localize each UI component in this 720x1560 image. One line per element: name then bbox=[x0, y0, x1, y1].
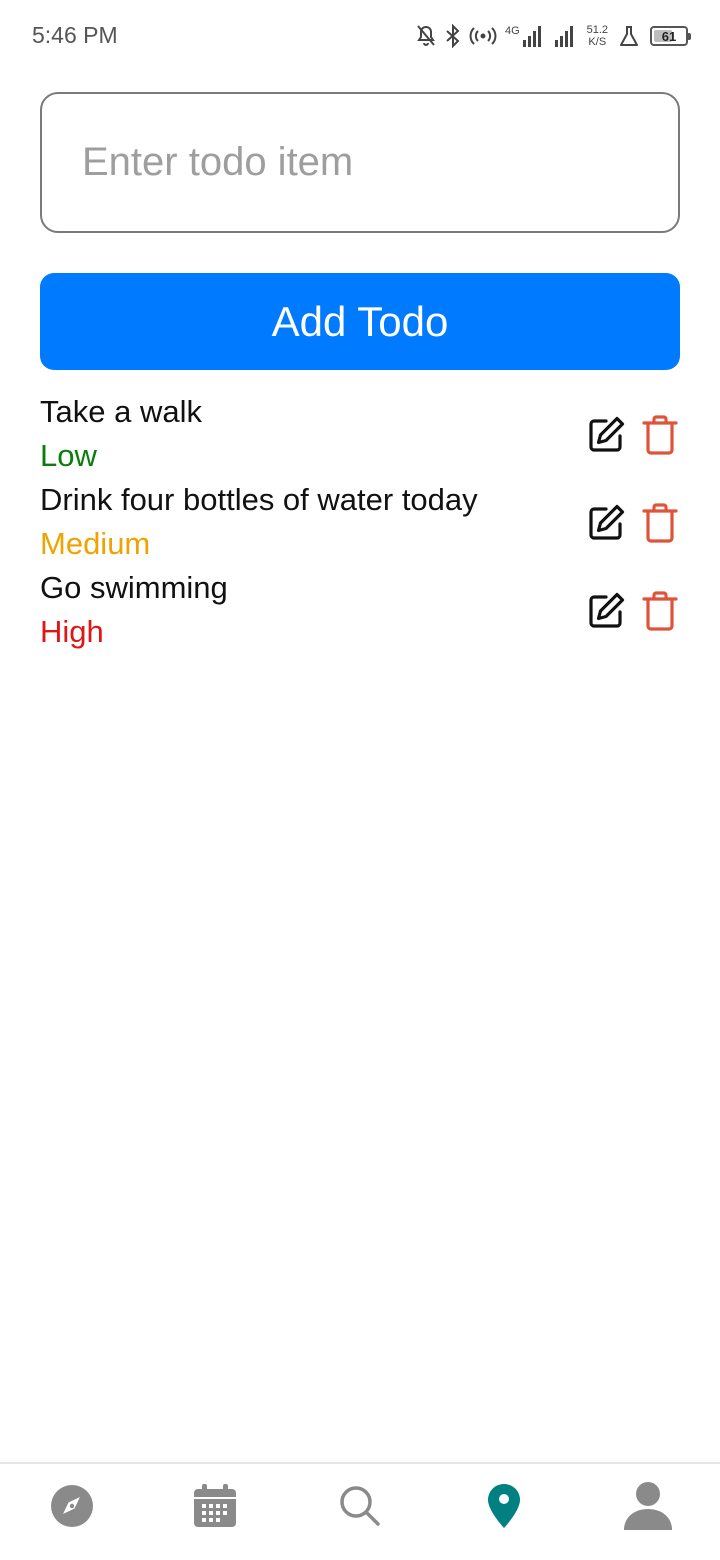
status-time: 5:46 PM bbox=[32, 22, 118, 48]
delete-button[interactable] bbox=[638, 500, 682, 546]
todo-app-screen: 5:46 PM 4G 51.2 K/S 61 Enter todo item A… bbox=[0, 0, 720, 1560]
person-icon bbox=[624, 1482, 672, 1530]
nav-explore[interactable] bbox=[42, 1476, 102, 1536]
network-speed: 51.2 K/S bbox=[587, 24, 608, 48]
network-speed-unit: K/S bbox=[588, 36, 607, 48]
bottom-navigation bbox=[0, 1462, 720, 1560]
todo-title: Go swimming bbox=[40, 570, 228, 605]
delete-button[interactable] bbox=[638, 412, 682, 458]
nav-calendar[interactable] bbox=[185, 1476, 245, 1536]
battery-level: 61 bbox=[661, 28, 677, 44]
network-type-label: 4G bbox=[505, 25, 520, 37]
edit-icon bbox=[589, 416, 625, 452]
edit-icon bbox=[589, 592, 625, 628]
nav-profile[interactable] bbox=[618, 1476, 678, 1536]
nav-search[interactable] bbox=[330, 1476, 390, 1536]
battery-icon: 61 bbox=[650, 26, 691, 46]
bluetooth-icon bbox=[445, 24, 460, 48]
signal-4g-icon: 4G bbox=[505, 25, 541, 47]
edit-button[interactable] bbox=[584, 412, 628, 458]
hotspot-icon bbox=[469, 27, 496, 45]
todo-priority: Low bbox=[40, 438, 97, 473]
status-bar: 5:46 PM 4G 51.2 K/S 61 bbox=[0, 0, 720, 72]
add-todo-button[interactable]: Add Todo bbox=[40, 273, 680, 370]
edit-icon bbox=[589, 504, 625, 540]
todo-item: Take a walk Low bbox=[40, 392, 680, 480]
todo-input[interactable] bbox=[40, 92, 680, 233]
todo-item: Drink four bottles of water today Medium bbox=[40, 480, 680, 568]
todo-item: Go swimming High bbox=[40, 568, 680, 656]
network-speed-value: 51.2 bbox=[586, 24, 608, 36]
todo-list: Take a walk Low Drink four bottles of wa… bbox=[40, 392, 680, 656]
todo-priority: High bbox=[40, 614, 104, 649]
trash-icon bbox=[642, 591, 678, 631]
flask-icon bbox=[620, 26, 638, 46]
location-pin-icon bbox=[488, 1484, 520, 1528]
signal-icon bbox=[554, 26, 573, 47]
todo-title: Drink four bottles of water today bbox=[40, 482, 478, 517]
search-icon bbox=[340, 1486, 380, 1526]
nav-location[interactable] bbox=[474, 1476, 534, 1536]
delete-button[interactable] bbox=[638, 588, 682, 634]
notifications-off-icon bbox=[416, 25, 435, 46]
trash-icon bbox=[642, 503, 678, 543]
status-icons: 4G 51.2 K/S 61 bbox=[415, 20, 691, 52]
edit-button[interactable] bbox=[584, 500, 628, 546]
compass-icon bbox=[51, 1485, 93, 1527]
edit-button[interactable] bbox=[584, 588, 628, 634]
trash-icon bbox=[642, 415, 678, 455]
todo-title: Take a walk bbox=[40, 394, 202, 429]
calendar-icon bbox=[194, 1484, 236, 1527]
todo-priority: Medium bbox=[40, 526, 151, 561]
